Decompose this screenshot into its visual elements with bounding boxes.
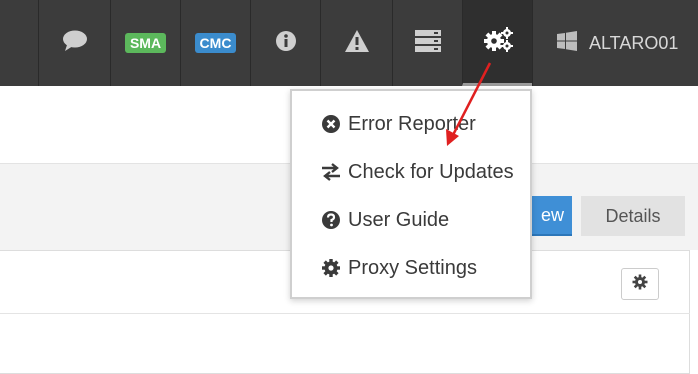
- warning-icon: [344, 29, 370, 58]
- menu-item-label: Error Reporter: [348, 112, 476, 135]
- host-name: ALTARO01: [589, 32, 679, 53]
- settings-cogs-icon: [482, 25, 514, 58]
- settings-menu-button[interactable]: [462, 0, 532, 86]
- menu-item-label: Proxy Settings: [348, 256, 477, 279]
- server-icon: [414, 29, 441, 57]
- chat-button[interactable]: [38, 0, 110, 86]
- gear-icon: [320, 257, 342, 279]
- exchange-icon: [320, 161, 342, 183]
- cmc-button[interactable]: CMC: [180, 0, 250, 86]
- settings-dropdown-menu: Error Reporter Check for Updates User Gu…: [290, 89, 532, 299]
- menu-item-check-for-updates[interactable]: Check for Updates: [320, 157, 514, 187]
- menu-item-error-reporter[interactable]: Error Reporter: [320, 109, 476, 139]
- question-circle-icon: [320, 209, 342, 231]
- warning-button[interactable]: [320, 0, 392, 86]
- times-circle-icon: [320, 113, 342, 135]
- info-button[interactable]: [250, 0, 320, 86]
- info-icon: [275, 30, 297, 57]
- panel-divider: [0, 313, 690, 314]
- chat-icon: [61, 29, 89, 58]
- sma-badge: SMA: [124, 33, 167, 53]
- menu-item-label: User Guide: [348, 208, 450, 231]
- sma-button[interactable]: SMA: [110, 0, 180, 86]
- gear-icon: [632, 274, 648, 295]
- cmc-badge: CMC: [194, 33, 237, 53]
- panel-settings-button[interactable]: [621, 268, 659, 300]
- host-button[interactable]: ALTARO01: [532, 0, 698, 86]
- menu-item-label: Check for Updates: [348, 160, 514, 183]
- menu-item-user-guide[interactable]: User Guide: [320, 205, 449, 235]
- windows-icon: [557, 30, 577, 56]
- top-navigation-bar: SMA CMC ALTARO01: [0, 0, 698, 86]
- server-button[interactable]: [392, 0, 462, 86]
- menu-item-proxy-settings[interactable]: Proxy Settings: [320, 253, 477, 283]
- tab-details[interactable]: Details: [581, 196, 685, 236]
